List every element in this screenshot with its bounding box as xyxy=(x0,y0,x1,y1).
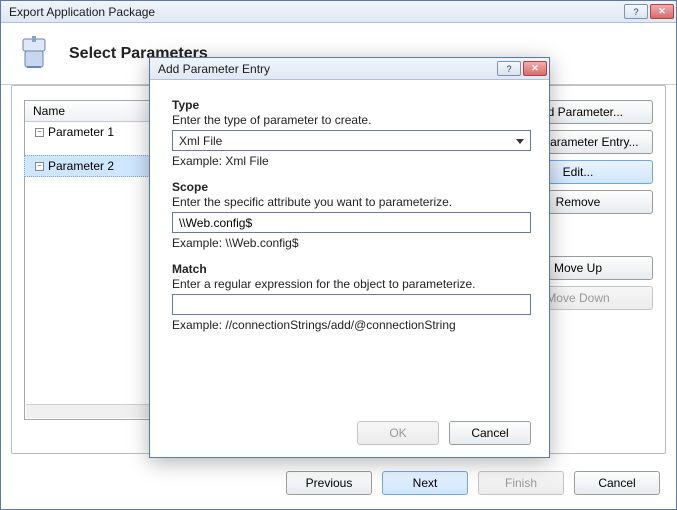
previous-button[interactable]: Previous xyxy=(286,471,372,495)
main-window-title: Export Application Package xyxy=(9,5,624,19)
row-label: Parameter 2 xyxy=(48,159,114,173)
cancel-button[interactable]: Cancel xyxy=(574,471,660,495)
wizard-footer: Previous Next Finish Cancel xyxy=(286,471,660,495)
close-icon[interactable]: ✕ xyxy=(650,4,674,19)
match-input[interactable] xyxy=(172,294,531,315)
type-value: Xml File xyxy=(179,134,222,148)
match-desc: Enter a regular expression for the objec… xyxy=(172,277,531,291)
dialog-window-buttons: ? ✕ xyxy=(497,61,547,76)
match-label: Match xyxy=(172,262,531,276)
scope-input[interactable] xyxy=(172,212,531,233)
scope-desc: Enter the specific attribute you want to… xyxy=(172,195,531,209)
close-icon[interactable]: ✕ xyxy=(523,61,547,76)
scope-label: Scope xyxy=(172,180,531,194)
help-icon[interactable]: ? xyxy=(624,4,648,19)
type-example: Example: Xml File xyxy=(172,154,531,168)
next-button[interactable]: Next xyxy=(382,471,468,495)
add-parameter-entry-dialog: Add Parameter Entry ? ✕ Type Enter the t… xyxy=(149,57,550,458)
row-label: Parameter 1 xyxy=(48,125,114,139)
match-example: Example: //connectionStrings/add/@connec… xyxy=(172,318,531,332)
finish-button[interactable]: Finish xyxy=(478,471,564,495)
expander-icon[interactable]: − xyxy=(35,128,44,137)
ok-button[interactable]: OK xyxy=(357,421,439,445)
package-icon xyxy=(13,33,55,75)
dialog-footer: OK Cancel xyxy=(357,421,531,445)
main-window-buttons: ? ✕ xyxy=(624,4,674,19)
help-icon[interactable]: ? xyxy=(497,61,521,76)
type-label: Type xyxy=(172,98,531,112)
dialog-titlebar: Add Parameter Entry ? ✕ xyxy=(150,58,549,80)
type-desc: Enter the type of parameter to create. xyxy=(172,113,531,127)
expander-icon[interactable]: − xyxy=(35,162,44,171)
dialog-title: Add Parameter Entry xyxy=(158,62,497,76)
main-titlebar: Export Application Package ? ✕ xyxy=(1,1,676,23)
dialog-cancel-button[interactable]: Cancel xyxy=(449,421,531,445)
dialog-content: Type Enter the type of parameter to crea… xyxy=(150,80,549,358)
scope-example: Example: \\Web.config$ xyxy=(172,236,531,250)
type-combobox[interactable]: Xml File xyxy=(172,130,531,151)
